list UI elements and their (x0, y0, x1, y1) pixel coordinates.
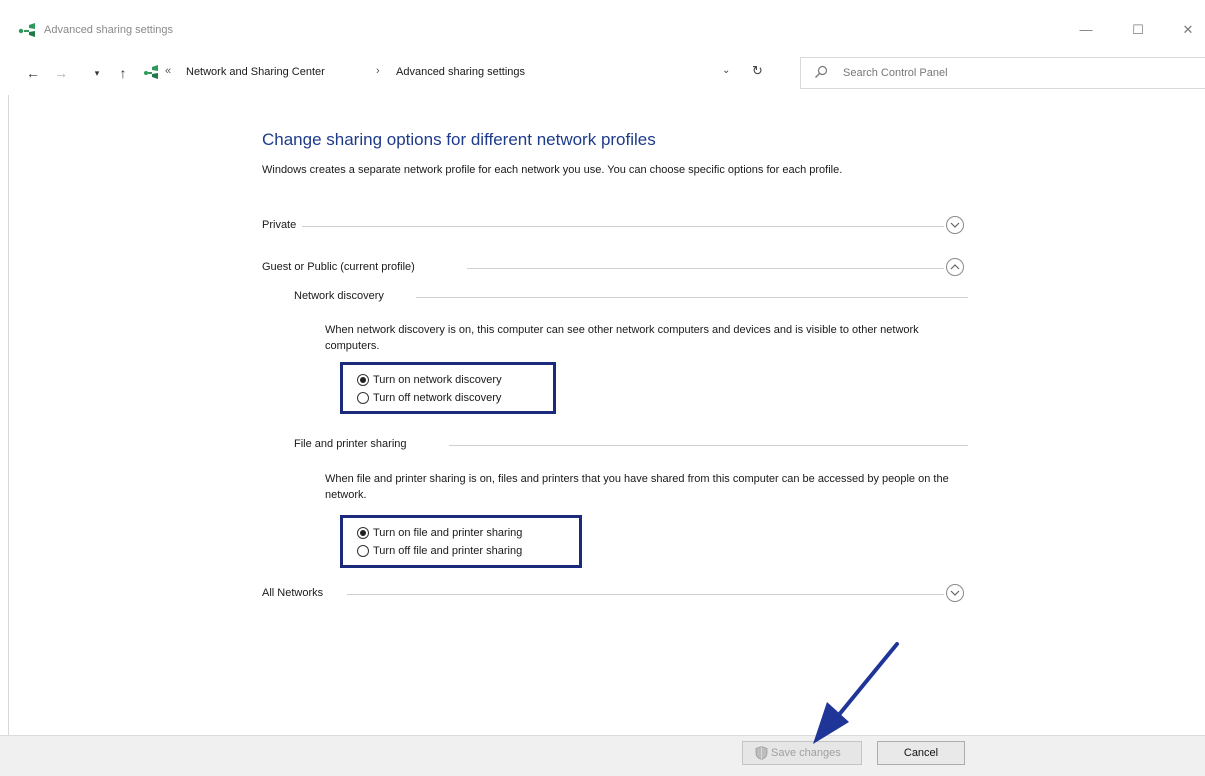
profile-guest-public-header[interactable]: Guest or Public (current profile) (262, 258, 974, 278)
close-button[interactable]: ✕ (1178, 20, 1198, 40)
network-discovery-title: Network discovery (294, 290, 390, 302)
window-title: Advanced sharing settings (44, 24, 174, 36)
network-breadcrumb-icon (144, 65, 158, 79)
divider (449, 445, 968, 446)
radio-label: Turn on file and printer sharing (373, 527, 523, 539)
collapse-chevron-up-icon[interactable] (946, 258, 964, 276)
recent-locations-button[interactable]: ▾ (88, 64, 106, 82)
up-button[interactable]: ↑ (114, 64, 132, 82)
radio-label: Turn off network discovery (373, 392, 502, 404)
file-printer-sharing-header: File and printer sharing (294, 435, 968, 455)
save-changes-button[interactable]: Save changes (742, 741, 862, 765)
divider (416, 297, 968, 298)
radio-selected-icon (357, 374, 369, 386)
divider (467, 268, 944, 269)
network-discovery-options-highlight: Turn on network discovery Turn off netwo… (340, 362, 556, 414)
page-title: Change sharing options for different net… (262, 130, 656, 149)
network-discovery-header: Network discovery (294, 287, 968, 307)
radio-selected-icon (357, 527, 369, 539)
breadcrumb-overflow[interactable]: « (165, 65, 171, 77)
search-input[interactable]: Search Control Panel (800, 57, 1205, 89)
back-button[interactable]: ← (24, 64, 42, 82)
profile-private-header[interactable]: Private (262, 216, 974, 236)
file-printer-sharing-title: File and printer sharing (294, 438, 413, 450)
radio-unselected-icon (357, 545, 369, 557)
maximize-button[interactable]: ☐ (1128, 20, 1148, 40)
forward-button[interactable]: → (52, 64, 70, 82)
search-icon (815, 65, 828, 78)
save-changes-label: Save changes (771, 747, 841, 759)
main-content: Change sharing options for different net… (0, 90, 1205, 735)
breadcrumb-separator: › (376, 65, 380, 77)
refresh-button[interactable]: ↻ (752, 63, 763, 79)
breadcrumb-advanced-sharing-settings[interactable]: Advanced sharing settings (396, 66, 525, 78)
advanced-sharing-window: Advanced sharing settings — ☐ ✕ ← → ▾ ↑ … (0, 0, 1205, 776)
search-placeholder: Search Control Panel (843, 67, 948, 79)
expand-chevron-down-icon[interactable] (946, 584, 964, 602)
address-bar: ← → ▾ ↑ « Network and Sharing Center › A… (0, 56, 1205, 90)
network-discovery-description: When network discovery is on, this compu… (325, 324, 919, 352)
profile-guest-public-label: Guest or Public (current profile) (262, 261, 421, 273)
minimize-button[interactable]: — (1076, 20, 1096, 40)
title-bar: Advanced sharing settings — ☐ ✕ (0, 0, 1205, 56)
radio-unselected-icon (357, 392, 369, 404)
radio-label: Turn on network discovery (373, 374, 502, 386)
cancel-button[interactable]: Cancel (877, 741, 965, 765)
divider (302, 226, 944, 227)
uac-shield-icon (755, 746, 768, 760)
network-icon (18, 23, 35, 37)
profile-all-networks-header[interactable]: All Networks (262, 584, 974, 604)
footer-bar: Save changes Cancel (0, 735, 1205, 776)
divider (347, 594, 944, 595)
profile-private-label: Private (262, 219, 303, 231)
expand-chevron-down-icon[interactable] (946, 216, 964, 234)
profile-all-networks-label: All Networks (262, 587, 330, 599)
address-dropdown-button[interactable]: ⌄ (722, 65, 730, 76)
breadcrumb-network-sharing-center[interactable]: Network and Sharing Center (186, 66, 325, 78)
intro-text: Windows creates a separate network profi… (262, 164, 843, 176)
file-printer-sharing-description: When file and printer sharing is on, fil… (325, 473, 949, 501)
radio-label: Turn off file and printer sharing (373, 545, 523, 557)
file-printer-sharing-options-highlight: Turn on file and printer sharing Turn of… (340, 515, 582, 568)
